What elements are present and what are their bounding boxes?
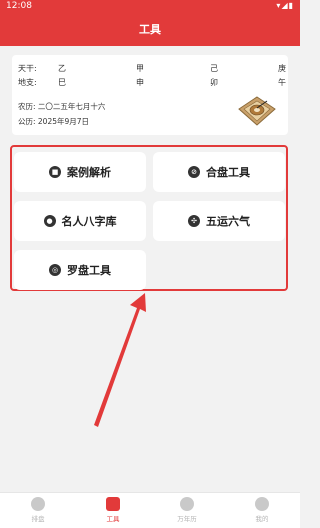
- status-bar: 12:08 ▾◢▮: [0, 0, 300, 14]
- compass-icon: ◎: [49, 264, 61, 276]
- tab-label: 排盘: [31, 515, 45, 523]
- tool-celebrity-bazi[interactable]: ● 名人八字库: [14, 201, 146, 241]
- tool-synastry[interactable]: ⊘ 合盘工具: [153, 152, 285, 192]
- calendar-icon: [180, 497, 194, 511]
- chart-icon: [31, 497, 45, 511]
- tiangan-day: 己: [210, 64, 218, 73]
- tool-label: 合盘工具: [206, 166, 250, 179]
- tiangan-year: 乙: [58, 64, 66, 73]
- bottom-tab-bar: 排盘 工具 万年历 我的: [0, 492, 300, 528]
- triskelion-icon: ✣: [188, 215, 200, 227]
- tiangan-hour: 庚: [278, 64, 286, 73]
- tiangan-label: 天干:: [18, 64, 37, 73]
- dizhi-label: 地支:: [18, 78, 37, 87]
- compass-needle-icon: ⊘: [188, 166, 200, 178]
- tab-label: 工具: [106, 515, 120, 523]
- tab-tools[interactable]: 工具: [88, 497, 138, 523]
- luopan-illustration-icon: [238, 96, 276, 126]
- dizhi-year: 巳: [58, 78, 66, 87]
- dizhi-month: 申: [136, 78, 144, 87]
- tool-label: 名人八字库: [61, 215, 117, 228]
- tool-wuyun-liuqi[interactable]: ✣ 五运六气: [153, 201, 285, 241]
- tool-label: 案例解析: [67, 166, 111, 179]
- tiangan-row: 天干: 乙 甲 己 庚: [18, 63, 288, 75]
- tool-case-analysis[interactable]: ■ 案例解析: [14, 152, 146, 192]
- dizhi-day: 卯: [210, 78, 218, 87]
- page-title: 工具: [0, 14, 300, 46]
- stop-square-icon: ■: [49, 166, 61, 178]
- tab-profile[interactable]: 我的: [237, 497, 287, 523]
- status-time: 12:08: [6, 1, 32, 11]
- status-icons: ▾◢▮: [276, 1, 294, 10]
- person-icon: [255, 497, 269, 511]
- tab-calendar[interactable]: 万年历: [162, 497, 212, 523]
- dizhi-row: 地支: 巳 申 卯 午: [18, 77, 288, 89]
- tool-label: 罗盘工具: [67, 264, 111, 277]
- person-icon: ●: [43, 215, 56, 227]
- toolbox-icon: [106, 497, 120, 511]
- tool-label: 五运六气: [206, 215, 250, 228]
- tiangan-month: 甲: [136, 64, 144, 73]
- tab-paipan[interactable]: 排盘: [13, 497, 63, 523]
- tab-label: 万年历: [177, 515, 197, 523]
- tab-label: 我的: [255, 515, 269, 523]
- tool-luopan[interactable]: ◎ 罗盘工具: [14, 250, 146, 290]
- dizhi-hour: 午: [278, 78, 286, 87]
